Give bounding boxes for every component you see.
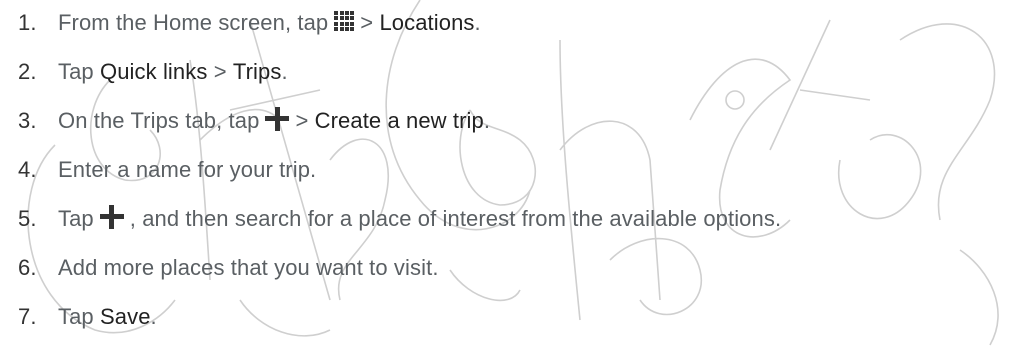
separator: > — [213, 59, 227, 84]
step-4: 4. Enter a name for your trip. — [18, 150, 316, 190]
step-7: 7. Tap Save . — [18, 297, 157, 337]
all-apps-grid-icon — [334, 11, 355, 31]
step-number: 7. — [18, 304, 37, 329]
menu-item-quick-links: Quick links — [100, 59, 208, 84]
menu-item-save: Save — [100, 304, 151, 329]
plus-icon — [99, 205, 124, 229]
separator: > — [360, 10, 374, 35]
step-number: 6. — [18, 255, 37, 280]
step-text: On the Trips tab, tap — [58, 108, 260, 133]
step-text: , and then search for a place of interes… — [129, 206, 782, 231]
step-3: 3. On the Trips tab, tap > Create a new … — [18, 101, 490, 141]
step-5: 5. Tap , and then search for a place of … — [18, 199, 781, 239]
step-number: 3. — [18, 108, 37, 133]
instruction-page: 1. From the Home screen, tap > Locations… — [0, 0, 1024, 358]
menu-item-create-new-trip: Create a new trip — [314, 108, 484, 133]
punctuation: . — [474, 10, 481, 35]
step-1: 1. From the Home screen, tap > Locations… — [18, 3, 481, 43]
step-number: 1. — [18, 10, 37, 35]
menu-item-trips: Trips — [232, 59, 282, 84]
step-text: Tap — [58, 59, 94, 84]
step-6: 6. Add more places that you want to visi… — [18, 248, 439, 288]
punctuation: . — [281, 59, 288, 84]
step-text: Tap — [58, 206, 94, 231]
menu-item-locations: Locations — [379, 10, 475, 35]
separator: > — [295, 108, 309, 133]
step-number: 4. — [18, 157, 37, 182]
step-number: 2. — [18, 59, 37, 84]
step-2: 2. Tap Quick links > Trips . — [18, 52, 288, 92]
punctuation: . — [150, 304, 157, 329]
step-text: From the Home screen, tap — [58, 10, 329, 35]
step-text: Add more places that you want to visit. — [58, 255, 439, 280]
step-text: Tap — [58, 304, 94, 329]
step-number: 5. — [18, 206, 37, 231]
punctuation: . — [483, 108, 491, 133]
step-text: Enter a name for your trip. — [58, 157, 317, 182]
plus-icon — [265, 107, 290, 131]
